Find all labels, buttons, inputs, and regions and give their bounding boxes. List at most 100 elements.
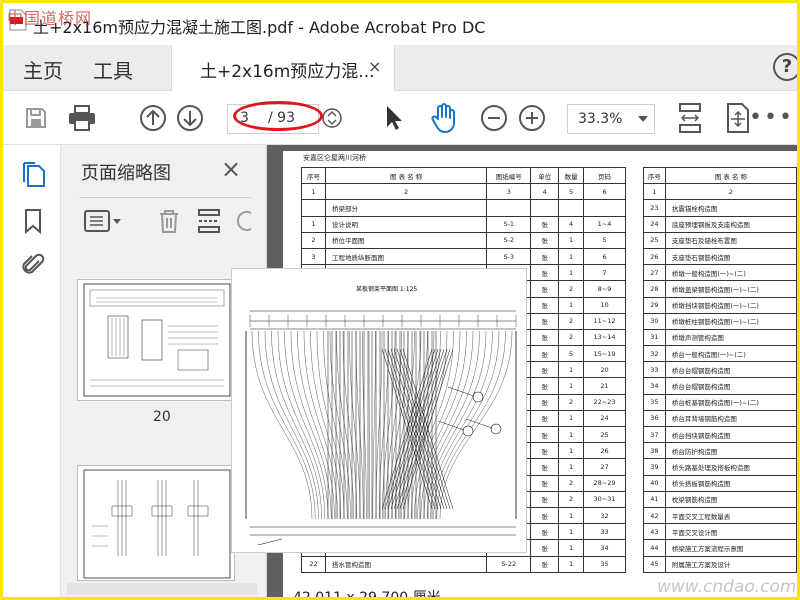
acrobat-window: 土+2x16m预应力混凝土施工图.pdf - Adobe Acrobat Pro… <box>0 0 800 600</box>
zoom-in-button[interactable] <box>517 103 547 133</box>
insert-pages-icon[interactable] <box>195 207 223 235</box>
thumbnails-horizontal-scrollbar[interactable] <box>67 583 257 595</box>
print-button[interactable] <box>67 103 97 133</box>
table-cell: 设计说明 <box>324 215 488 233</box>
table-cell: 支座垫石钢筋构造图 <box>664 247 797 266</box>
select-tool-button[interactable] <box>379 103 409 133</box>
table-cell: 桥梁部分 <box>324 199 488 217</box>
table-cell: 2 <box>558 490 585 508</box>
fit-page-button[interactable] <box>675 103 705 133</box>
zoom-level-select[interactable]: 33.3% <box>567 104 655 134</box>
table-cell: 张 <box>530 409 560 428</box>
table-cell: 33 <box>643 361 666 379</box>
tendon-plan-drawing <box>245 310 517 546</box>
save-icon <box>26 108 46 128</box>
table-cell: 24 <box>583 409 626 428</box>
page-thumbnails-icon[interactable] <box>19 161 47 189</box>
table-cell: 6 <box>583 183 626 201</box>
hand-tool-button[interactable] <box>429 103 459 133</box>
drawing-curve <box>439 330 513 520</box>
help-button[interactable]: ? <box>773 53 797 81</box>
rotate-icon[interactable] <box>237 207 255 235</box>
table-cell: 1 <box>558 458 585 476</box>
callout-circle <box>472 391 484 403</box>
tab-home[interactable]: 主页 <box>23 55 63 84</box>
table-row: 桥梁部分 <box>301 199 626 217</box>
table-cell: 平面交叉工程数量表 <box>664 506 797 525</box>
arrow-down-circle-icon <box>177 105 203 131</box>
table-cell: 张 <box>530 474 560 492</box>
next-page-button[interactable] <box>175 103 205 133</box>
table-cell: 22 <box>301 555 326 573</box>
table-cell: 32 <box>583 506 626 525</box>
page-thumbnail-20[interactable] <box>77 279 235 401</box>
table-cell: 44 <box>643 539 666 557</box>
table-cell: 24 <box>643 215 666 233</box>
table-cell: 4 <box>558 215 585 233</box>
tab-tools[interactable]: 工具 <box>93 55 133 84</box>
left-index-column-header: 页码 <box>583 166 626 185</box>
table-row: 24 底座预埋钢板及支座构造图 <box>643 215 797 233</box>
table-cell: 附属施工方案及设计 <box>664 555 797 573</box>
hand-icon <box>431 103 455 133</box>
zoom-out-button[interactable] <box>479 103 509 133</box>
printer-icon <box>69 105 95 131</box>
drawing-line <box>257 538 283 546</box>
table-cell: 桥墩盖梁钢筋构造图(一)~(二) <box>664 280 797 298</box>
arrow-up-circle-icon <box>140 105 166 131</box>
trash-icon[interactable] <box>155 207 183 235</box>
table-cell: 1 <box>643 183 666 201</box>
table-cell: 桥台一般构造图(一)~(二) <box>664 345 797 363</box>
table-cell: 张 <box>530 506 560 525</box>
table-cell: 桥台台帽钢筋构造图 <box>664 361 797 379</box>
table-cell: 张 <box>530 328 560 347</box>
table-cell: 1 <box>558 264 585 282</box>
table-cell: 张 <box>530 442 560 460</box>
previous-page-button[interactable] <box>138 103 168 133</box>
table-cell: 2 <box>558 280 585 298</box>
table-cell: 1 <box>558 296 585 314</box>
table-row: 31 桥墩声测管构造图 <box>643 328 797 347</box>
table-cell: 桥台台帽钢筋构造图 <box>664 377 797 395</box>
table-cell: 张 <box>530 425 560 444</box>
table-row: 35 桥台桩基钢筋构造图(一)~(二) <box>643 393 797 411</box>
tab-close-button[interactable]: × <box>368 57 381 76</box>
tab-document-label: 土+2x16m预应力混... <box>200 62 375 82</box>
table-cell: 1 <box>301 183 326 201</box>
drawing-curve <box>368 330 370 520</box>
table-cell: 3 <box>301 247 326 266</box>
table-row: 34 桥台台帽钢筋构造图 <box>643 377 797 395</box>
attachment-icon[interactable] <box>19 251 47 279</box>
table-cell: 支座垫石及锚栓布置图 <box>664 231 797 249</box>
table-cell: 张 <box>530 555 560 573</box>
table-cell: 张 <box>530 523 560 541</box>
table-cell: 1 <box>558 231 585 249</box>
bookmark-icon[interactable] <box>19 207 47 235</box>
left-index-column-header: 单位 <box>530 166 560 185</box>
save-button[interactable] <box>21 103 51 133</box>
table-cell: 28 <box>643 280 666 298</box>
table-row: 45 附属施工方案及设计 <box>643 555 797 573</box>
thumbnail-options-icon[interactable] <box>83 207 123 235</box>
callout-circle <box>462 425 474 437</box>
thumbnails-close-button[interactable]: × <box>221 155 241 183</box>
table-cell <box>558 199 585 217</box>
more-tools-button[interactable]: ••• <box>749 105 794 130</box>
table-cell <box>583 199 626 217</box>
table-row: 26 支座垫石钢筋构造图 <box>643 247 797 266</box>
table-cell: 枕梁钢筋构造图 <box>664 490 797 508</box>
drawing-curve <box>277 330 325 520</box>
table-cell: 张 <box>530 296 560 314</box>
drawing-curve <box>336 330 354 520</box>
table-cell: 20 <box>583 361 626 379</box>
table-cell: 45 <box>643 555 666 573</box>
table-cell: 张 <box>530 345 560 363</box>
page-thumbnail-21[interactable] <box>77 465 235 581</box>
table-cell: 张 <box>530 361 560 379</box>
tab-document[interactable]: 土+2x16m预应力混... × <box>171 45 395 91</box>
table-cell: 桥台防护构造图 <box>664 442 797 460</box>
table-cell: 6 <box>583 247 626 266</box>
table-row: 38 桥台防护构造图 <box>643 442 797 460</box>
table-cell <box>486 199 532 217</box>
table-cell: 桥梁施工方案流程示意图 <box>664 539 797 557</box>
